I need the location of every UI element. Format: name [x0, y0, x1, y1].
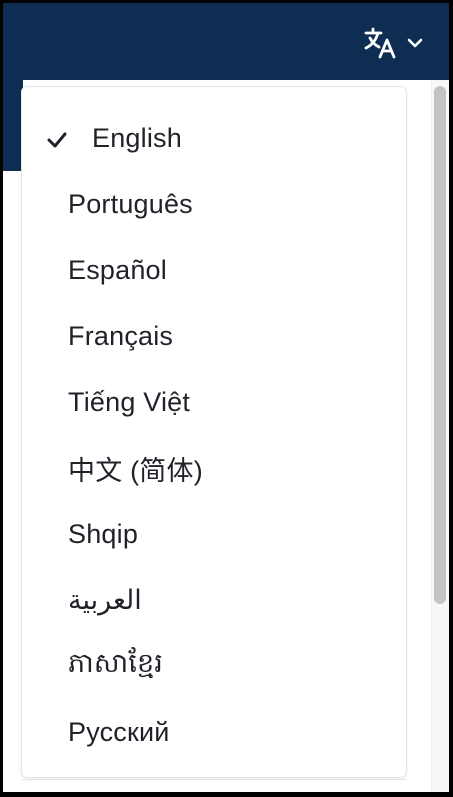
language-option-tieng-viet[interactable]: Tiếng Việt — [22, 375, 406, 429]
language-option-portugues[interactable]: Português — [22, 177, 406, 231]
language-option-label: Français — [68, 320, 174, 351]
language-option-label: Shqip — [68, 518, 139, 549]
language-option-label: English — [92, 122, 182, 153]
language-option-label: Русский — [68, 716, 170, 747]
header-bar — [3, 3, 449, 80]
language-option-label: Español — [68, 254, 167, 285]
language-option-russian[interactable]: Русский — [22, 705, 406, 759]
language-option-english[interactable]: English — [22, 111, 406, 165]
chevron-down-icon — [407, 38, 423, 48]
menu-bottom-divider — [21, 779, 407, 780]
scrollbar-thumb[interactable] — [434, 86, 446, 604]
language-menu: English Português Español Français Tiếng… — [21, 86, 407, 778]
language-option-espanol[interactable]: Español — [22, 243, 406, 297]
header-edge — [3, 80, 23, 171]
translate-icon — [363, 26, 397, 60]
language-option-arabic[interactable]: العربية — [22, 573, 406, 627]
app-frame: English Português Español Français Tiếng… — [3, 3, 449, 792]
language-option-label: Tiếng Việt — [68, 386, 191, 417]
language-option-label: Português — [68, 188, 193, 219]
language-option-shqip[interactable]: Shqip — [22, 507, 406, 561]
language-selector-button[interactable] — [363, 23, 423, 63]
language-option-khmer[interactable]: ភាសាខ្មែរ — [22, 639, 406, 693]
check-icon — [46, 127, 68, 149]
language-option-francais[interactable]: Français — [22, 309, 406, 363]
language-option-label: ភាសាខ្មែរ — [68, 647, 164, 678]
language-option-label: 中文 (简体) — [68, 455, 203, 486]
language-option-label: العربية — [68, 584, 142, 615]
language-option-chinese-simplified[interactable]: 中文 (简体) — [22, 441, 406, 495]
